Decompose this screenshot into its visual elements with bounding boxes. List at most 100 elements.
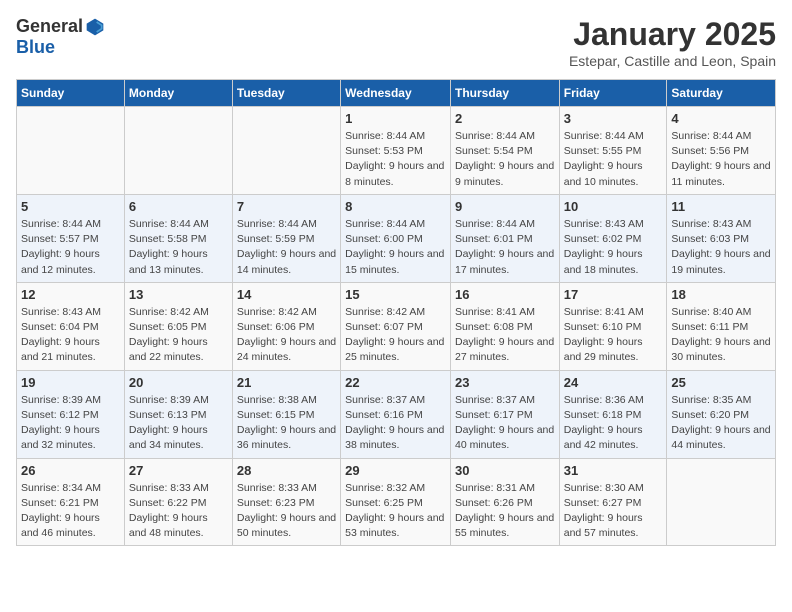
day-number: 23 (455, 375, 555, 390)
day-number: 29 (345, 463, 446, 478)
day-cell (232, 107, 340, 195)
week-row-2: 12 Sunrise: 8:43 AM Sunset: 6:04 PM Dayli… (17, 282, 776, 370)
day-cell: 13 Sunrise: 8:42 AM Sunset: 6:05 PM Dayli… (124, 282, 232, 370)
calendar: Sunday Monday Tuesday Wednesday Thursday… (16, 79, 776, 546)
day-number: 3 (564, 111, 663, 126)
logo-icon (85, 17, 105, 37)
header-friday: Friday (559, 80, 667, 107)
header-monday: Monday (124, 80, 232, 107)
day-number: 18 (671, 287, 771, 302)
day-info: Sunrise: 8:41 AM Sunset: 6:08 PM Dayligh… (455, 305, 555, 366)
day-cell: 16Sunrise: 8:41 AM Sunset: 6:08 PM Dayli… (450, 282, 559, 370)
day-info: Sunrise: 8:44 AM Sunset: 5:57 PM Dayligh… (21, 217, 120, 278)
day-info: Sunrise: 8:42 AM Sunset: 6:05 PM Dayligh… (129, 305, 228, 366)
day-cell: 15 Sunrise: 8:42 AM Sunset: 6:07 PM Dayli… (341, 282, 451, 370)
header-sunday: Sunday (17, 80, 125, 107)
day-number: 19 (21, 375, 120, 390)
day-number: 12 (21, 287, 120, 302)
day-number: 31 (564, 463, 663, 478)
day-number: 10 (564, 199, 663, 214)
day-cell: 17Sunrise: 8:41 AM Sunset: 6:10 PM Dayli… (559, 282, 667, 370)
month-title: January 2025 (569, 16, 776, 53)
day-cell: 20 Sunrise: 8:39 AM Sunset: 6:13 PM Dayli… (124, 370, 232, 458)
day-number: 5 (21, 199, 120, 214)
day-cell: 10 Sunrise: 8:43 AM Sunset: 6:02 PM Dayli… (559, 194, 667, 282)
day-number: 2 (455, 111, 555, 126)
day-cell: 8 Sunrise: 8:44 AM Sunset: 6:00 PM Daylig… (341, 194, 451, 282)
day-cell: 4Sunrise: 8:44 AM Sunset: 5:56 PM Daylig… (667, 107, 776, 195)
day-info: Sunrise: 8:39 AM Sunset: 6:13 PM Dayligh… (129, 393, 228, 454)
day-number: 1 (345, 111, 446, 126)
day-number: 6 (129, 199, 228, 214)
week-row-1: 5 Sunrise: 8:44 AM Sunset: 5:57 PM Daylig… (17, 194, 776, 282)
header-wednesday: Wednesday (341, 80, 451, 107)
day-info: Sunrise: 8:44 AM Sunset: 5:53 PM Dayligh… (345, 129, 446, 190)
day-info: Sunrise: 8:44 AM Sunset: 5:55 PM Dayligh… (564, 129, 663, 190)
day-number: 9 (455, 199, 555, 214)
day-cell: 1 Sunrise: 8:44 AM Sunset: 5:53 PM Daylig… (341, 107, 451, 195)
day-number: 11 (671, 199, 771, 214)
day-info: Sunrise: 8:40 AM Sunset: 6:11 PM Dayligh… (671, 305, 771, 366)
day-number: 30 (455, 463, 555, 478)
day-cell: 11 Sunrise: 8:43 AM Sunset: 6:03 PM Dayli… (667, 194, 776, 282)
day-cell: 21 Sunrise: 8:38 AM Sunset: 6:15 PM Dayli… (232, 370, 340, 458)
day-number: 24 (564, 375, 663, 390)
day-number: 4 (671, 111, 771, 126)
day-cell: 31 Sunrise: 8:30 AM Sunset: 6:27 PM Dayli… (559, 458, 667, 546)
day-number: 8 (345, 199, 446, 214)
day-info: Sunrise: 8:44 AM Sunset: 5:58 PM Dayligh… (129, 217, 228, 278)
day-info: Sunrise: 8:32 AM Sunset: 6:25 PM Dayligh… (345, 481, 446, 542)
day-info: Sunrise: 8:44 AM Sunset: 5:54 PM Dayligh… (455, 129, 555, 190)
day-info: Sunrise: 8:39 AM Sunset: 6:12 PM Dayligh… (21, 393, 120, 454)
day-number: 20 (129, 375, 228, 390)
day-info: Sunrise: 8:36 AM Sunset: 6:18 PM Dayligh… (564, 393, 663, 454)
day-info: Sunrise: 8:43 AM Sunset: 6:02 PM Dayligh… (564, 217, 663, 278)
day-number: 13 (129, 287, 228, 302)
header-tuesday: Tuesday (232, 80, 340, 107)
day-cell: 27Sunrise: 8:33 AM Sunset: 6:22 PM Dayli… (124, 458, 232, 546)
day-info: Sunrise: 8:43 AM Sunset: 6:04 PM Dayligh… (21, 305, 120, 366)
location: Estepar, Castille and Leon, Spain (569, 53, 776, 69)
day-number: 7 (237, 199, 336, 214)
day-cell: 29 Sunrise: 8:32 AM Sunset: 6:25 PM Dayli… (341, 458, 451, 546)
header-thursday: Thursday (450, 80, 559, 107)
title-block: January 2025 Estepar, Castille and Leon,… (569, 16, 776, 69)
day-number: 26 (21, 463, 120, 478)
day-cell: 23 Sunrise: 8:37 AM Sunset: 6:17 PM Dayli… (450, 370, 559, 458)
day-number: 15 (345, 287, 446, 302)
day-cell: 18 Sunrise: 8:40 AM Sunset: 6:11 PM Dayli… (667, 282, 776, 370)
day-cell: 26 Sunrise: 8:34 AM Sunset: 6:21 PM Dayli… (17, 458, 125, 546)
header-saturday: Saturday (667, 80, 776, 107)
day-info: Sunrise: 8:30 AM Sunset: 6:27 PM Dayligh… (564, 481, 663, 542)
day-info: Sunrise: 8:38 AM Sunset: 6:15 PM Dayligh… (237, 393, 336, 454)
day-info: Sunrise: 8:35 AM Sunset: 6:20 PM Dayligh… (671, 393, 771, 454)
day-cell (667, 458, 776, 546)
day-cell: 12 Sunrise: 8:43 AM Sunset: 6:04 PM Dayli… (17, 282, 125, 370)
day-cell: 14Sunrise: 8:42 AM Sunset: 6:06 PM Dayli… (232, 282, 340, 370)
day-info: Sunrise: 8:42 AM Sunset: 6:07 PM Dayligh… (345, 305, 446, 366)
day-info: Sunrise: 8:37 AM Sunset: 6:16 PM Dayligh… (345, 393, 446, 454)
logo-blue-text: Blue (16, 37, 55, 58)
day-cell: 19 Sunrise: 8:39 AM Sunset: 6:12 PM Dayli… (17, 370, 125, 458)
day-number: 28 (237, 463, 336, 478)
day-info: Sunrise: 8:34 AM Sunset: 6:21 PM Dayligh… (21, 481, 120, 542)
day-number: 17 (564, 287, 663, 302)
day-info: Sunrise: 8:37 AM Sunset: 6:17 PM Dayligh… (455, 393, 555, 454)
day-number: 22 (345, 375, 446, 390)
day-info: Sunrise: 8:44 AM Sunset: 6:01 PM Dayligh… (455, 217, 555, 278)
day-cell: 25 Sunrise: 8:35 AM Sunset: 6:20 PM Dayli… (667, 370, 776, 458)
day-cell: 7Sunrise: 8:44 AM Sunset: 5:59 PM Daylig… (232, 194, 340, 282)
day-number: 21 (237, 375, 336, 390)
day-cell: 2 Sunrise: 8:44 AM Sunset: 5:54 PM Daylig… (450, 107, 559, 195)
day-cell: 24 Sunrise: 8:36 AM Sunset: 6:18 PM Dayli… (559, 370, 667, 458)
day-number: 25 (671, 375, 771, 390)
logo-general-text: General (16, 16, 83, 37)
day-cell: 5 Sunrise: 8:44 AM Sunset: 5:57 PM Daylig… (17, 194, 125, 282)
day-info: Sunrise: 8:33 AM Sunset: 6:22 PM Dayligh… (129, 481, 228, 542)
day-cell: 6 Sunrise: 8:44 AM Sunset: 5:58 PM Daylig… (124, 194, 232, 282)
day-info: Sunrise: 8:33 AM Sunset: 6:23 PM Dayligh… (237, 481, 336, 542)
day-number: 14 (237, 287, 336, 302)
day-info: Sunrise: 8:44 AM Sunset: 6:00 PM Dayligh… (345, 217, 446, 278)
day-info: Sunrise: 8:31 AM Sunset: 6:26 PM Dayligh… (455, 481, 555, 542)
day-info: Sunrise: 8:43 AM Sunset: 6:03 PM Dayligh… (671, 217, 771, 278)
